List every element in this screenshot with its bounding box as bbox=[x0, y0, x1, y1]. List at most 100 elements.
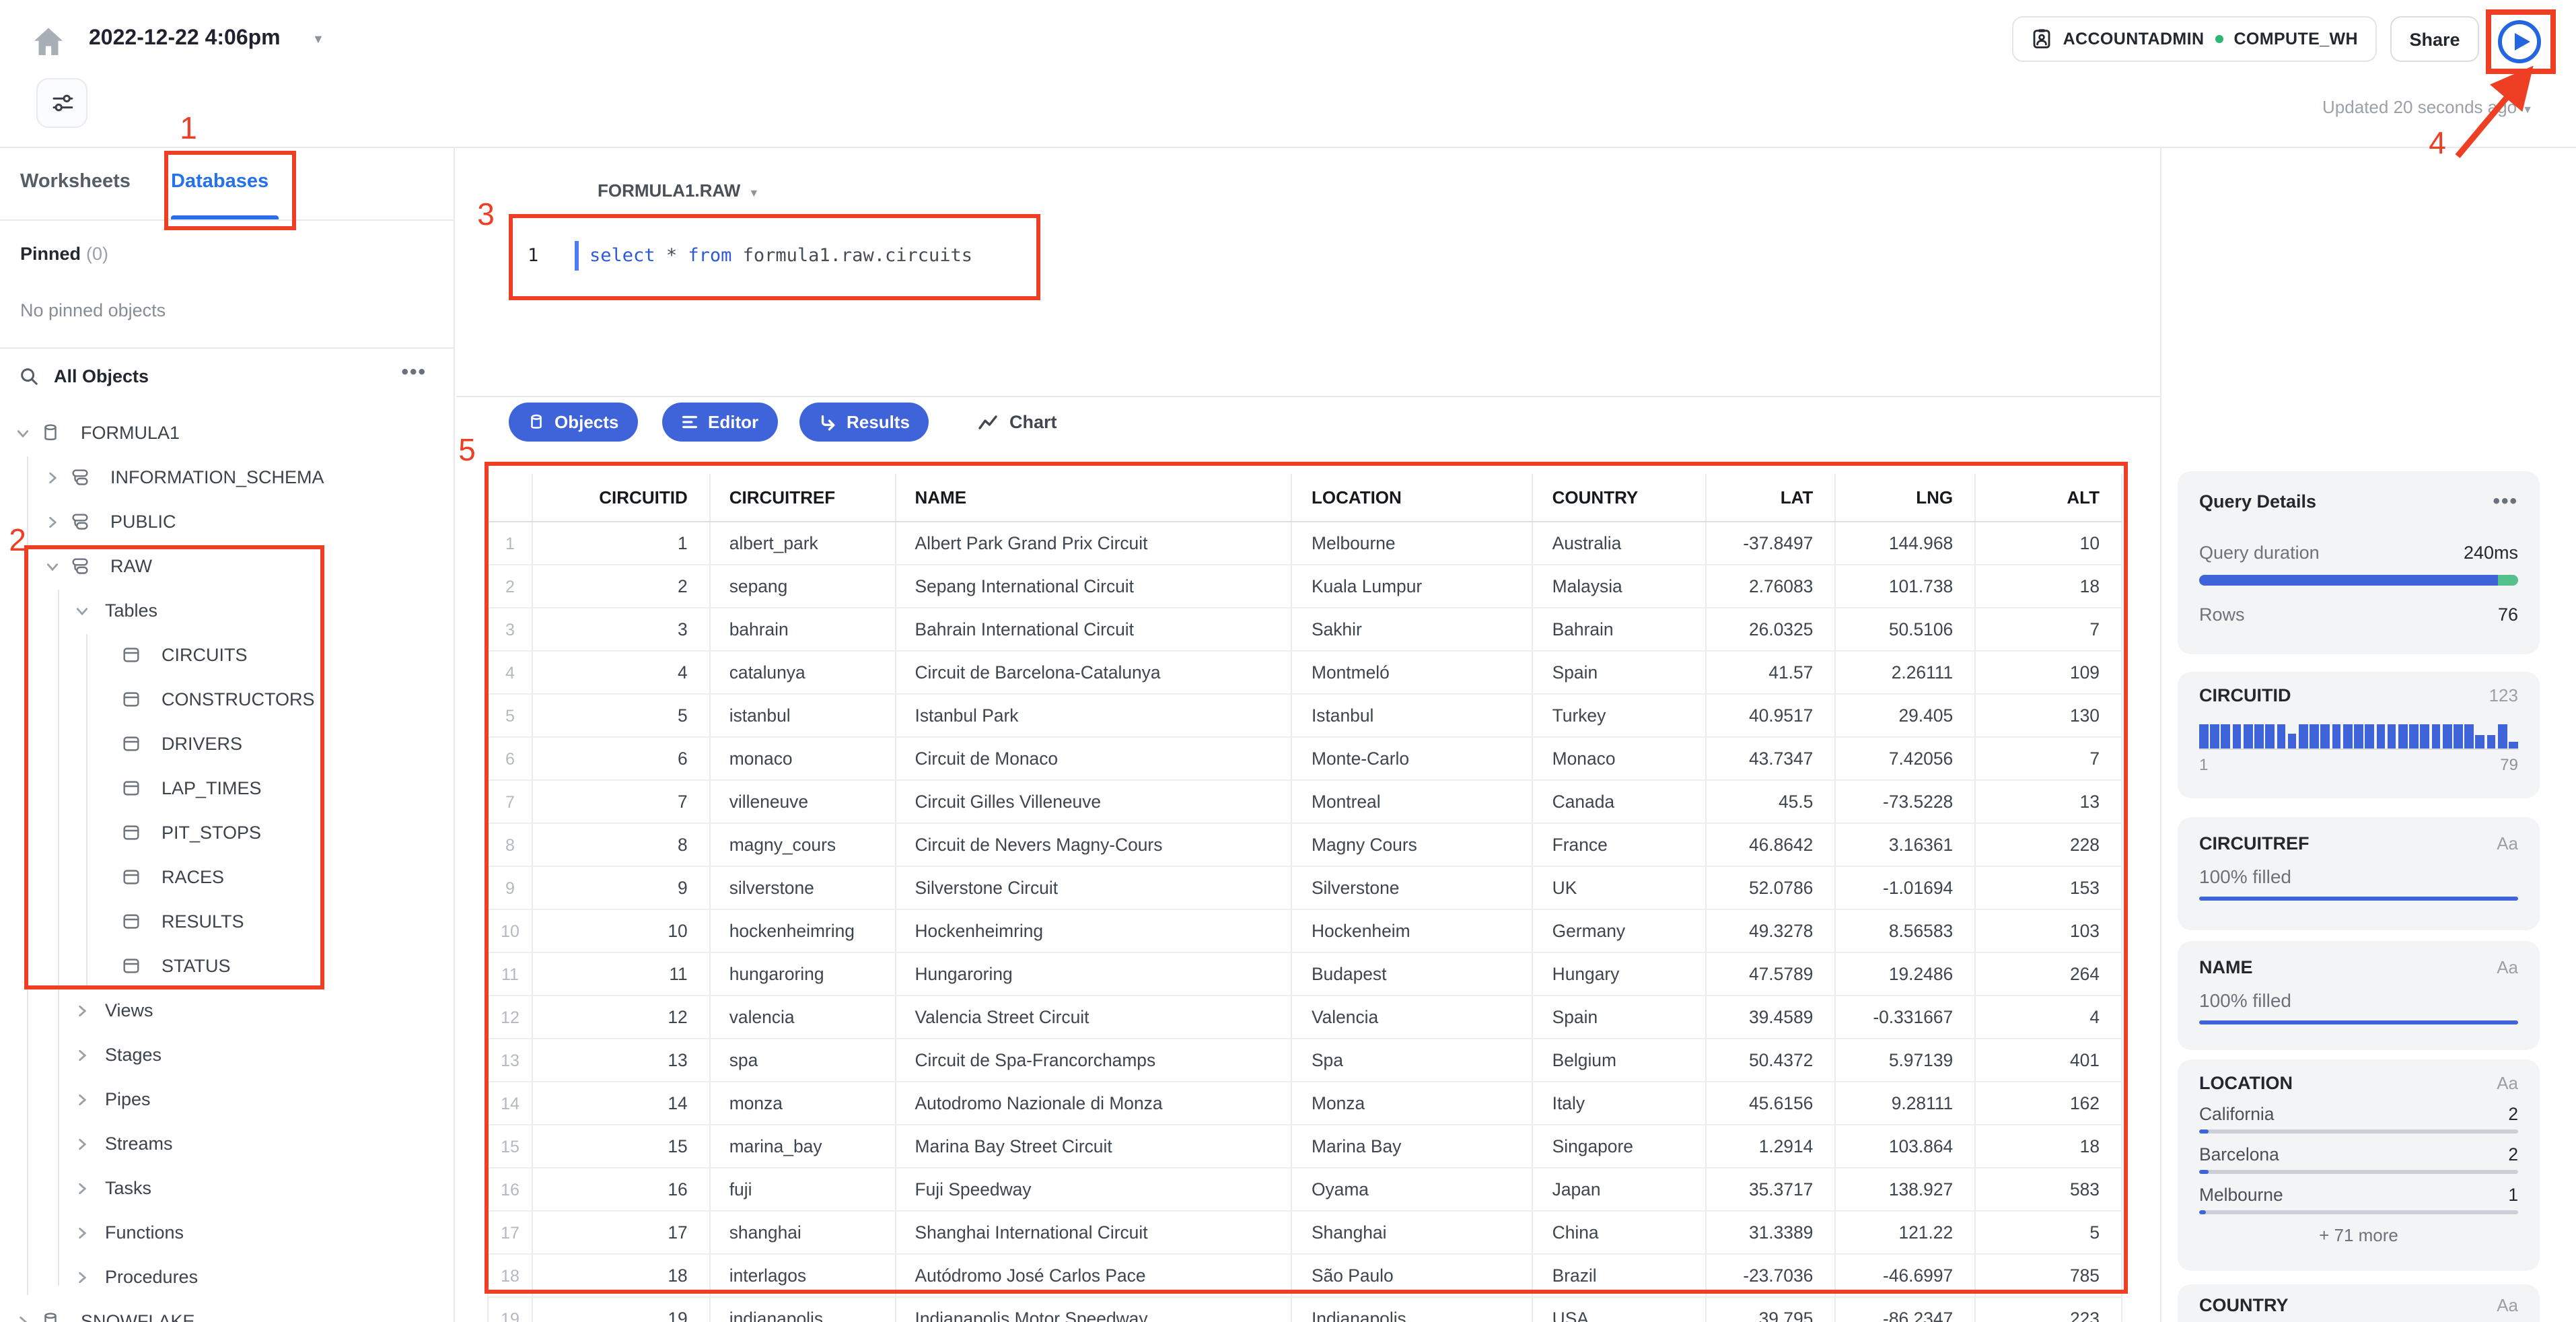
table-row[interactable]: 16 16 fuji Fuji Speedway Oyama Japan 35.… bbox=[489, 1169, 2122, 1212]
table-row[interactable]: 17 17 shanghai Shanghai International Ci… bbox=[489, 1212, 2122, 1255]
updated-status[interactable]: Updated 20 seconds ago ▼ bbox=[2322, 97, 2533, 117]
column-header[interactable]: NAME bbox=[896, 474, 1293, 521]
home-icon[interactable] bbox=[30, 23, 70, 63]
country-stats-card: COUNTRY Aa bbox=[2178, 1284, 2540, 1322]
tree-item[interactable]: Tasks bbox=[0, 1166, 454, 1210]
column-header[interactable]: LAT bbox=[1707, 474, 1836, 521]
cell-location: Monte-Carlo bbox=[1293, 738, 1534, 779]
table-row[interactable]: 8 8 magny_cours Circuit de Nevers Magny-… bbox=[489, 824, 2122, 867]
table-row[interactable]: 11 11 hungaroring Hungaroring Budapest H… bbox=[489, 953, 2122, 996]
column-header[interactable]: COUNTRY bbox=[1534, 474, 1707, 521]
query-details-panel: Query Details ••• Query duration 240ms Ro… bbox=[2160, 148, 2576, 1322]
tab-worksheets[interactable]: Worksheets bbox=[20, 171, 131, 193]
sidebar-more-menu[interactable]: ••• bbox=[401, 361, 427, 384]
column-header[interactable]: LOCATION bbox=[1293, 474, 1534, 521]
filters-button[interactable] bbox=[36, 78, 87, 128]
tree-item[interactable]: RAW bbox=[0, 544, 454, 588]
table-row[interactable]: 12 12 valencia Valencia Street Circuit V… bbox=[489, 996, 2122, 1039]
tree-item[interactable]: CONSTRUCTORS bbox=[0, 677, 454, 722]
histogram-max: 79 bbox=[2500, 755, 2518, 774]
table-row[interactable]: 4 4 catalunya Circuit de Barcelona-Catal… bbox=[489, 652, 2122, 695]
table-row[interactable]: 3 3 bahrain Bahrain International Circui… bbox=[489, 608, 2122, 652]
annotation-number-5: 5 bbox=[458, 432, 476, 467]
column-header[interactable]: LNG bbox=[1836, 474, 1976, 521]
tree-item-label: RAW bbox=[110, 556, 152, 576]
tree-item[interactable]: CIRCUITS bbox=[0, 633, 454, 677]
histogram-bar bbox=[2232, 724, 2242, 749]
tree-item[interactable]: INFORMATION_SCHEMA bbox=[0, 455, 454, 499]
tree-item[interactable]: FORMULA1 bbox=[0, 411, 454, 455]
show-more-values[interactable]: + 71 more bbox=[2199, 1225, 2518, 1245]
table-row[interactable]: 13 13 spa Circuit de Spa-Francorchamps S… bbox=[489, 1039, 2122, 1082]
tree-item[interactable]: RESULTS bbox=[0, 899, 454, 944]
share-button[interactable]: Share bbox=[2390, 16, 2479, 62]
table-row[interactable]: 19 19 indianapolis Indianapolis Motor Sp… bbox=[489, 1298, 2122, 1322]
cell-circuitid: 2 bbox=[533, 565, 711, 607]
tree-item[interactable]: LAP_TIMES bbox=[0, 766, 454, 810]
tree-item[interactable]: Streams bbox=[0, 1121, 454, 1166]
cell-circuitid: 5 bbox=[533, 695, 711, 736]
results-toggle-button[interactable]: Results bbox=[799, 403, 929, 442]
editor-label: Editor bbox=[708, 412, 759, 432]
cell-lat: 2.76083 bbox=[1707, 565, 1836, 607]
tree-item[interactable]: RACES bbox=[0, 855, 454, 899]
tree-item[interactable]: PUBLIC bbox=[0, 499, 454, 544]
cell-location: Oyama bbox=[1293, 1169, 1534, 1210]
tree-item[interactable]: Functions bbox=[0, 1210, 454, 1255]
column-header[interactable]: CIRCUITID bbox=[533, 474, 711, 521]
tree-item[interactable]: Views bbox=[0, 988, 454, 1033]
tree-item[interactable]: SNOWFLAKE bbox=[0, 1299, 454, 1322]
chart-toggle-button[interactable]: Chart bbox=[977, 403, 1057, 442]
tree-item[interactable]: Pipes bbox=[0, 1077, 454, 1121]
table-row[interactable]: 7 7 villeneuve Circuit Gilles Villeneuve… bbox=[489, 781, 2122, 824]
tree-item[interactable]: PIT_STOPS bbox=[0, 810, 454, 855]
worksheet-title[interactable]: 2022-12-22 4:06pm bbox=[89, 27, 281, 51]
tab-databases[interactable]: Databases bbox=[171, 171, 269, 193]
cell-circuitid: 13 bbox=[533, 1039, 711, 1081]
cell-name: Fuji Speedway bbox=[896, 1169, 1293, 1210]
row-number: 15 bbox=[489, 1125, 533, 1167]
table-row[interactable]: 14 14 monza Autodromo Nazionale di Monza… bbox=[489, 1082, 2122, 1125]
context-selector[interactable]: ACCOUNTADMIN COMPUTE_WH bbox=[2011, 16, 2377, 62]
histogram-bar bbox=[2509, 741, 2518, 749]
tree-item[interactable]: DRIVERS bbox=[0, 722, 454, 766]
tree-item[interactable]: STATUS bbox=[0, 944, 454, 988]
table-row[interactable]: 2 2 sepang Sepang International Circuit … bbox=[489, 565, 2122, 608]
table-row[interactable]: 15 15 marina_bay Marina Bay Street Circu… bbox=[489, 1125, 2122, 1169]
sql-keyword: from bbox=[688, 245, 732, 267]
object-search[interactable]: All Objects ••• bbox=[0, 358, 454, 398]
run-button[interactable] bbox=[2495, 18, 2544, 66]
cell-lng: 121.22 bbox=[1836, 1212, 1976, 1253]
sql-editor-line[interactable]: 1 select * from formula1.raw.circuits bbox=[509, 237, 972, 275]
editor-context-selector[interactable]: FORMULA1.RAW ▼ bbox=[598, 180, 759, 201]
row-number: 8 bbox=[489, 824, 533, 866]
tree-item[interactable]: Stages bbox=[0, 1033, 454, 1077]
title-dropdown-icon[interactable]: ▼ bbox=[312, 32, 324, 46]
histogram-bar bbox=[2210, 724, 2219, 749]
tree-item[interactable]: Tables bbox=[0, 588, 454, 633]
cell-location: Istanbul bbox=[1293, 695, 1534, 736]
table-row[interactable]: 5 5 istanbul Istanbul Park Istanbul Turk… bbox=[489, 695, 2122, 738]
table-row[interactable]: 10 10 hockenheimring Hockenheimring Hock… bbox=[489, 910, 2122, 953]
table-icon bbox=[123, 825, 139, 840]
table-row[interactable]: 6 6 monaco Circuit de Monaco Monte-Carlo… bbox=[489, 738, 2122, 781]
objects-toggle-button[interactable]: Objects bbox=[509, 403, 638, 442]
cell-circuitref: catalunya bbox=[711, 652, 896, 693]
table-row[interactable]: 9 9 silverstone Silverstone Circuit Silv… bbox=[489, 867, 2122, 910]
cell-circuitref: monaco bbox=[711, 738, 896, 779]
column-header[interactable]: CIRCUITREF bbox=[711, 474, 896, 521]
database-icon bbox=[531, 414, 542, 429]
table-row[interactable]: 1 1 albert_park Albert Park Grand Prix C… bbox=[489, 522, 2122, 565]
tree-item[interactable]: Procedures bbox=[0, 1255, 454, 1299]
editor-toggle-button[interactable]: Editor bbox=[662, 403, 778, 442]
query-details-menu[interactable]: ••• bbox=[2493, 490, 2518, 513]
column-header[interactable]: ALT bbox=[1976, 474, 2122, 521]
histogram-bar bbox=[2464, 724, 2474, 749]
cell-circuitref: istanbul bbox=[711, 695, 896, 736]
cell-circuitid: 3 bbox=[533, 608, 711, 650]
cell-location: Montreal bbox=[1293, 781, 1534, 823]
cell-country: Japan bbox=[1534, 1169, 1707, 1210]
cell-country: Singapore bbox=[1534, 1125, 1707, 1167]
cell-lat: 39.795 bbox=[1707, 1298, 1836, 1322]
table-row[interactable]: 18 18 interlagos Autódromo José Carlos P… bbox=[489, 1255, 2122, 1298]
